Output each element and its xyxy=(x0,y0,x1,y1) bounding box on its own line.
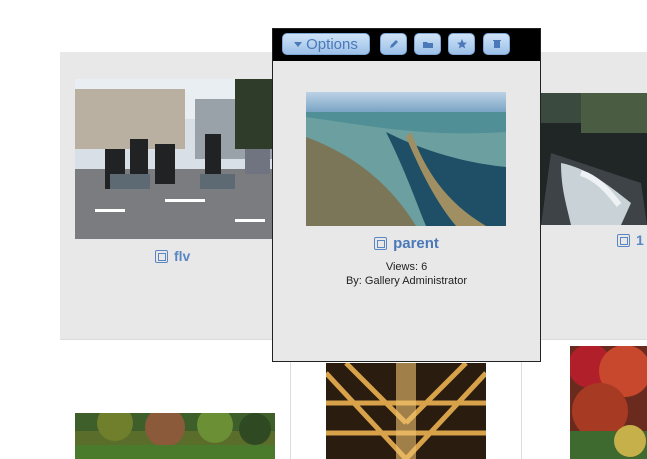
item-hover-popup: Options parent Views: 6 By: Gallery Admi… xyxy=(272,28,541,362)
delete-button[interactable] xyxy=(483,33,510,55)
item-caption-1[interactable]: 1 xyxy=(617,232,644,248)
album-icon xyxy=(374,237,388,250)
chevron-down-icon xyxy=(294,41,303,47)
folder-icon xyxy=(422,42,433,48)
options-menu-button[interactable]: Options xyxy=(282,33,370,55)
popup-author: By: Gallery Administrator xyxy=(345,275,468,287)
popup-toolbar: Options xyxy=(273,29,540,61)
popup-title[interactable]: parent xyxy=(273,235,540,252)
folder-button[interactable] xyxy=(414,33,441,55)
options-label: Options xyxy=(306,35,358,53)
thumbnail-flv[interactable] xyxy=(75,79,275,239)
item-title: flv xyxy=(174,248,191,264)
favorite-button[interactable] xyxy=(448,33,475,55)
album-icon xyxy=(155,249,168,263)
trash-icon xyxy=(492,40,501,48)
item-title: 1 xyxy=(636,232,644,248)
edit-icon xyxy=(389,40,398,48)
thumbnail-trees[interactable] xyxy=(75,413,275,459)
item-caption-flv[interactable]: flv xyxy=(155,248,190,264)
popup-views: Views: 6 xyxy=(385,261,428,273)
star-icon xyxy=(456,39,467,49)
thumbnail-garden[interactable] xyxy=(570,346,647,459)
thumbnail-waterfall[interactable] xyxy=(541,93,647,225)
thumbnail-roof[interactable] xyxy=(326,363,486,459)
edit-button[interactable] xyxy=(380,33,407,55)
popup-thumbnail[interactable] xyxy=(306,92,506,226)
album-icon xyxy=(617,233,630,247)
popup-title-text: parent xyxy=(393,235,439,252)
